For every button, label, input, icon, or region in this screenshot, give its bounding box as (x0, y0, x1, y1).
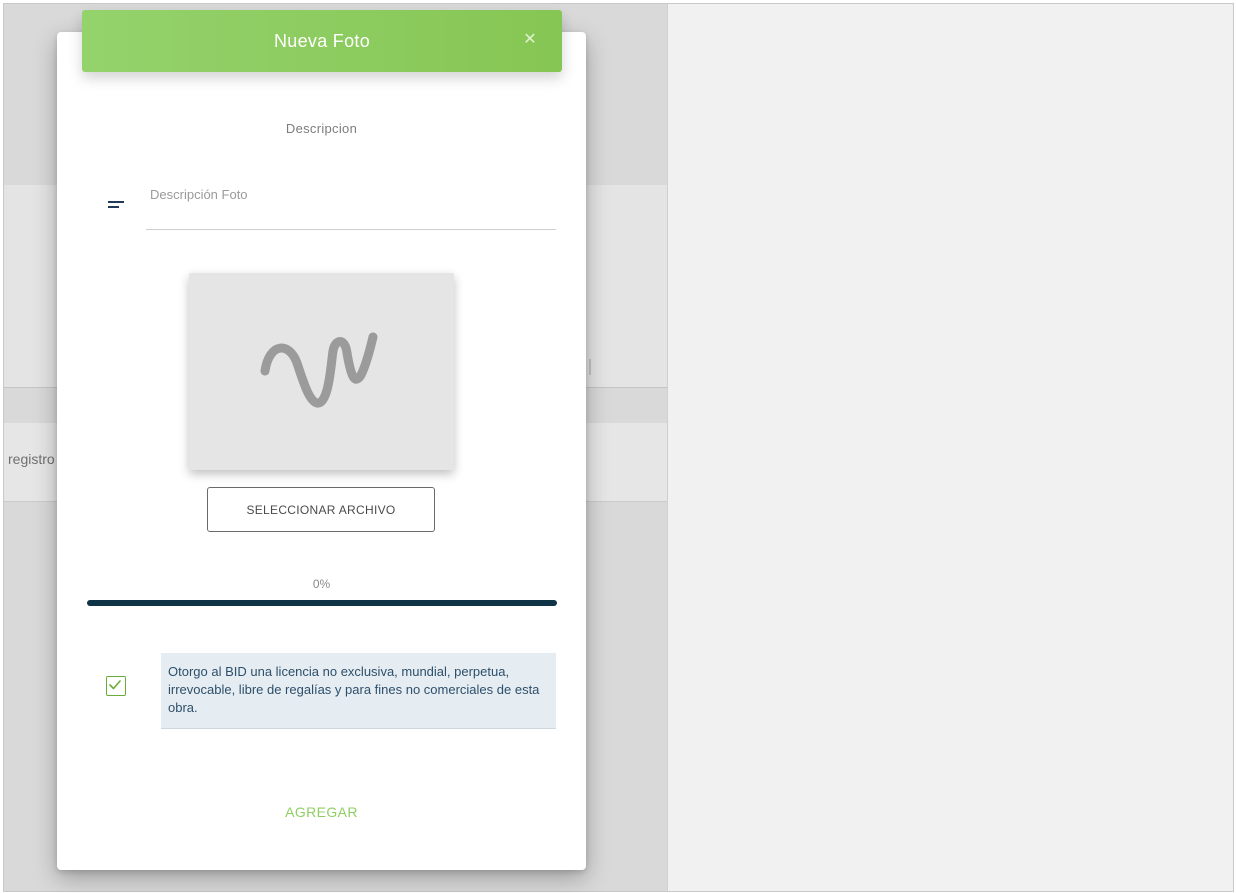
image-preview (189, 273, 454, 470)
add-button[interactable]: AGREGAR (57, 800, 586, 824)
license-checkbox[interactable] (106, 676, 126, 696)
select-file-button[interactable]: SELECCIONAR ARCHIVO (207, 487, 435, 532)
upload-progress-bar (87, 600, 557, 606)
upload-progress-text: 0% (312, 577, 331, 591)
check-icon (109, 680, 121, 690)
background-row-text: registro (8, 451, 55, 467)
modal-title: Nueva Foto (273, 30, 371, 51)
description-section-label: Descripcion (285, 121, 358, 136)
close-icon[interactable]: ✕ (520, 30, 540, 50)
license-text: Otorgo al BID una licencia no exclusiva,… (161, 653, 556, 729)
modal-header: Nueva Foto ✕ (82, 10, 562, 72)
background-divider (589, 359, 591, 375)
squiggle-image-placeholder-icon (260, 332, 378, 408)
short-text-icon (108, 201, 126, 213)
photo-description-input[interactable] (146, 178, 556, 230)
